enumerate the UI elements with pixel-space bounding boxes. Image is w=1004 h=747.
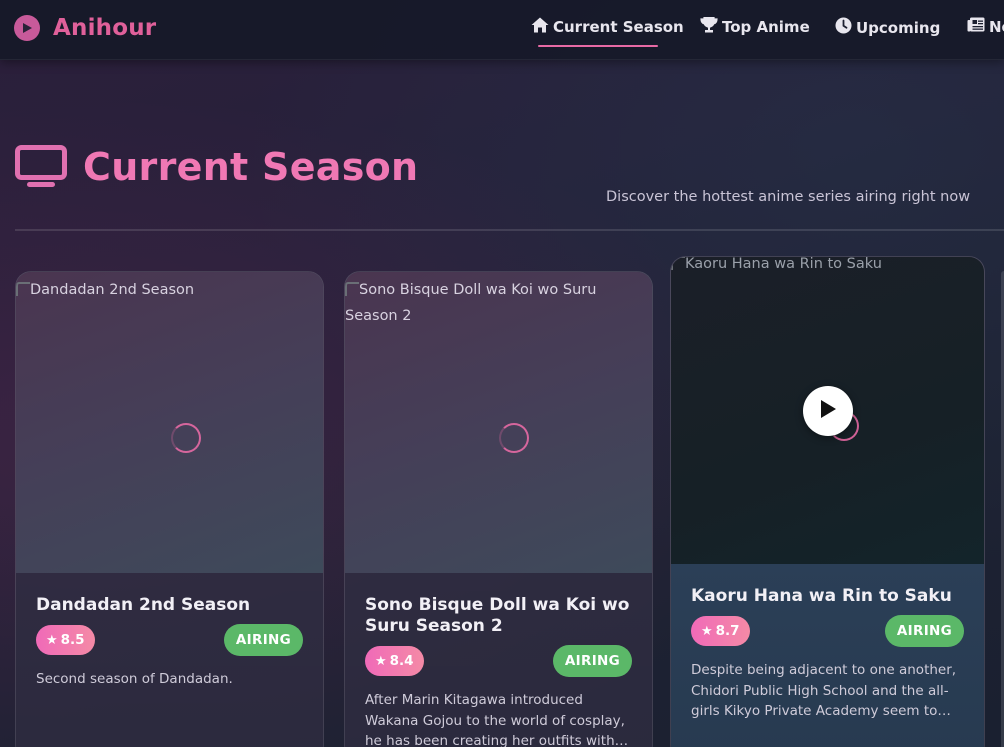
card-body: Sono Bisque Doll wa Koi wo Suru Season 2… — [345, 573, 652, 747]
play-button[interactable] — [803, 386, 853, 436]
card-meta: ★ 8.7 AIRING — [691, 615, 964, 647]
card-synopsis: Second season of Dandadan. — [36, 671, 233, 687]
section-heading: Current Season — [15, 145, 418, 189]
card-image[interactable]: Dandadan 2nd Season — [16, 272, 323, 573]
card-synopsis: Despite being adjacent to one another, C… — [691, 662, 957, 719]
card-image[interactable]: Kaoru Hana wa Rin to Saku — [671, 257, 984, 564]
rating-badge: ★ 8.4 — [365, 646, 424, 676]
broken-image-icon — [345, 282, 359, 296]
status-badge: AIRING — [884, 615, 964, 647]
newspaper-icon — [967, 17, 989, 36]
clock-icon — [835, 17, 856, 38]
image-alt-text: Sono Bisque Doll wa Koi wo Suru Season 2 — [345, 282, 597, 324]
trophy-icon — [700, 16, 722, 37]
active-nav-indicator — [538, 45, 658, 47]
card-body: Kaoru Hana wa Rin to Saku ★ 8.7 AIRING De… — [671, 564, 984, 747]
loading-spinner-icon — [171, 423, 201, 453]
loading-spinner-icon — [499, 423, 529, 453]
card-title[interactable]: Kaoru Hana wa Rin to Saku — [691, 586, 964, 607]
star-icon: ★ — [375, 653, 387, 669]
nav-upcoming[interactable]: Upcoming — [835, 17, 940, 38]
image-alt-text: Dandadan 2nd Season — [16, 277, 323, 303]
nav-label-upcoming: Upcoming — [856, 18, 941, 37]
status-badge: AIRING — [552, 645, 632, 677]
page-subtitle: Discover the hottest anime series airing… — [606, 189, 971, 205]
tv-icon — [15, 145, 67, 189]
nav-current-season[interactable]: Current Season — [531, 17, 684, 37]
card-synopsis: After Marin Kitagawa introduced Wakana G… — [365, 692, 625, 747]
nav-label-current-season: Current Season — [553, 18, 684, 36]
rating-badge: ★ 8.5 — [36, 625, 95, 655]
main-nav: Current Season Top Anime Upcoming Ne — [0, 16, 1004, 41]
anime-card[interactable]: Sono Bisque Doll wa Koi wo Suru Season 2… — [344, 271, 653, 747]
card-title[interactable]: Dandadan 2nd Season — [36, 595, 303, 616]
card-meta: ★ 8.5 AIRING — [36, 624, 303, 656]
star-icon: ★ — [46, 632, 58, 648]
status-badge: AIRING — [223, 624, 303, 656]
anime-card-hovered[interactable]: Kaoru Hana wa Rin to Saku Kaoru Hana wa … — [670, 256, 985, 747]
page-title: Current Season — [83, 145, 419, 189]
anime-card[interactable]: Dandadan 2nd Season Dandadan 2nd Season … — [15, 271, 324, 747]
section-divider — [15, 229, 1004, 231]
home-icon — [531, 17, 553, 37]
play-icon — [819, 399, 837, 423]
nav-label-top-anime: Top Anime — [722, 18, 810, 36]
rating-badge: ★ 8.7 — [691, 616, 750, 646]
star-icon: ★ — [701, 623, 713, 639]
card-title[interactable]: Sono Bisque Doll wa Koi wo Suru Season 2 — [365, 595, 632, 637]
broken-image-icon — [16, 282, 30, 296]
broken-image-icon — [671, 257, 685, 270]
card-image[interactable]: Sono Bisque Doll wa Koi wo Suru Season 2 — [345, 272, 652, 573]
card-body: Dandadan 2nd Season ★ 8.5 AIRING Second s… — [16, 573, 323, 747]
top-navbar: Anihour Current Season Top Anime Upcomin… — [0, 0, 1004, 60]
nav-label-news: Ne — [989, 17, 1004, 36]
card-meta: ★ 8.4 AIRING — [365, 645, 632, 677]
nav-news[interactable]: Ne — [967, 17, 1004, 36]
nav-top-anime[interactable]: Top Anime — [700, 16, 810, 37]
image-alt-text: Kaoru Hana wa Rin to Saku — [671, 257, 984, 277]
